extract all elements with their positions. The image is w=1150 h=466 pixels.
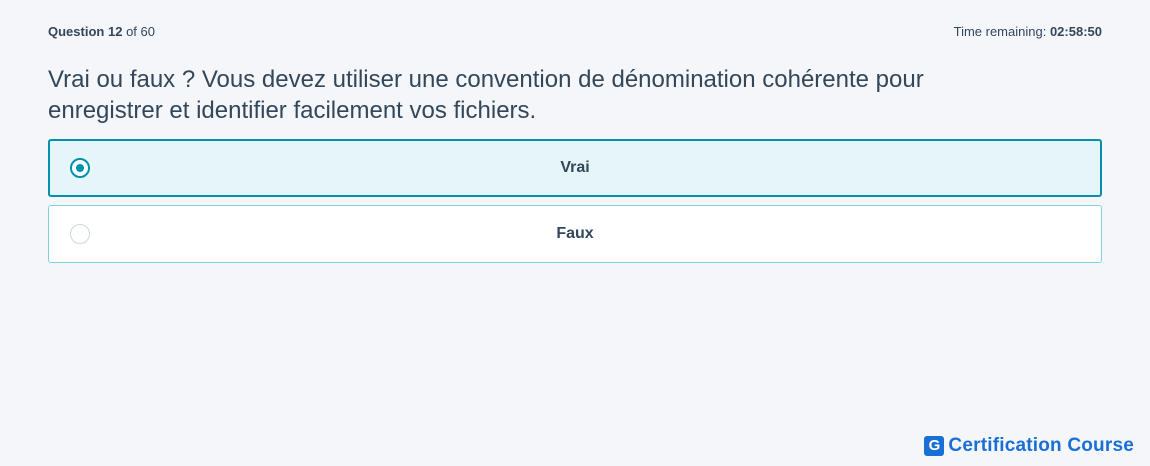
brand-name: Certification Course [948,435,1134,456]
quiz-header: Question 12 of 60 Time remaining: 02:58:… [48,24,1102,40]
question-text: Vrai ou faux ? Vous devez utiliser une c… [48,66,924,124]
radio-unselected-icon[interactable] [70,224,90,244]
question-number: 12 [107,24,123,39]
timer-value: 02:58:50 [1049,24,1102,39]
question-label: Question [48,24,105,39]
brand-logo-block: G Certification Course [924,435,1134,457]
timer-label: Time remaining: [953,24,1047,39]
option-label: Vrai [560,159,590,176]
option-label: Faux [556,225,594,242]
option-faux[interactable]: Faux [48,205,1102,263]
question-total: of 60 [126,24,155,39]
option-vrai[interactable]: Vrai [48,139,1102,197]
question-counter: Question 12 of 60 [48,24,155,40]
brand-g-icon: G [924,436,945,456]
radio-selected-icon[interactable] [70,158,90,178]
quiz-page: Question 12 of 60 Time remaining: 02:58:… [0,0,1150,466]
answer-options: Vrai Faux [48,139,1102,271]
timer: Time remaining: 02:58:50 [954,24,1102,40]
